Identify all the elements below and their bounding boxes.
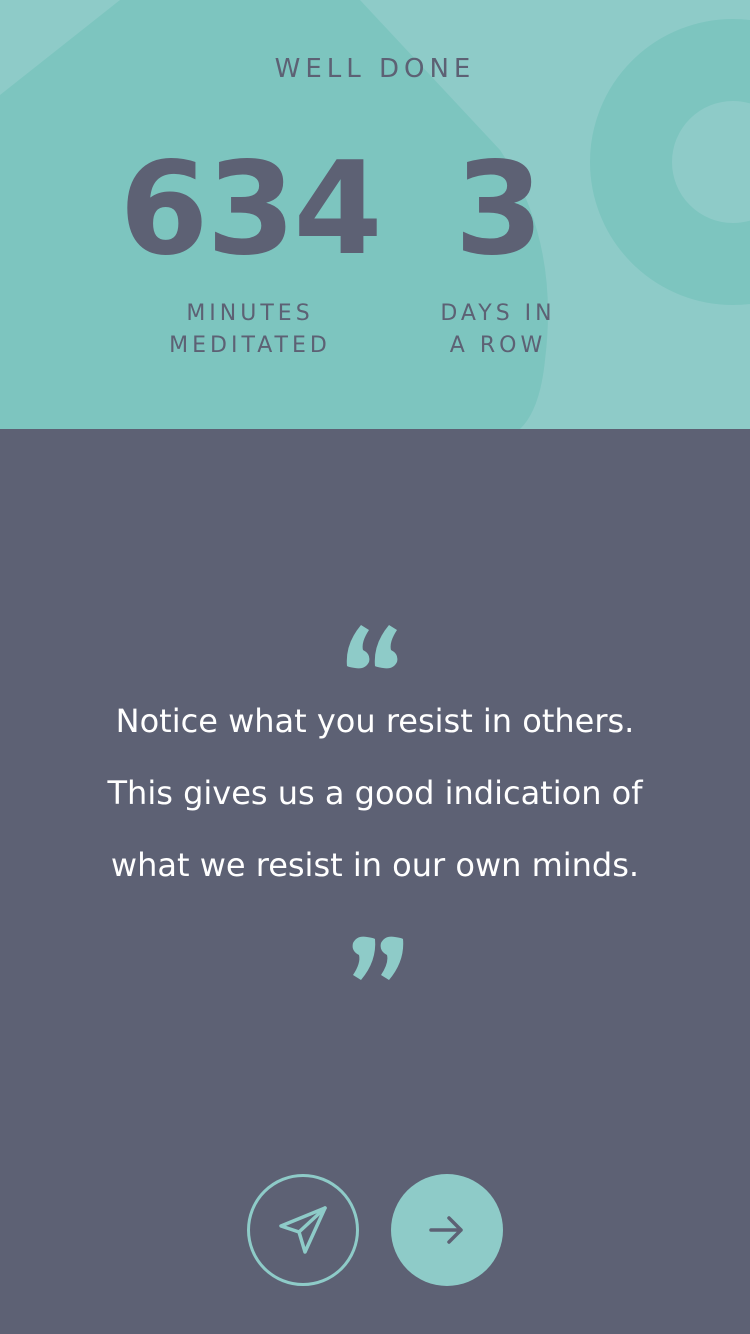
- share-button[interactable]: [247, 1174, 359, 1286]
- days-in-a-row-value: 3: [454, 135, 543, 284]
- minutes-label-line1: MINUTES: [186, 301, 314, 326]
- close-quote-icon: [352, 936, 404, 980]
- quote-line-1: Notice what you resist in others.: [115, 702, 635, 740]
- stats-panel: WELL DONE 634 MINUTES MEDITATED 3 DAYS I…: [0, 0, 750, 429]
- quote-text: Notice what you resist in others. This g…: [60, 685, 690, 901]
- days-label-line1: DAYS IN: [440, 301, 556, 326]
- paper-plane-icon: [279, 1206, 327, 1254]
- days-label-line2: A ROW: [449, 333, 547, 358]
- quote-line-2: This gives us a good indication of: [107, 774, 643, 812]
- next-button[interactable]: [391, 1174, 503, 1286]
- minutes-meditated-value: 634: [119, 135, 382, 284]
- quote-line-3: what we resist in our own minds.: [110, 846, 640, 884]
- minutes-label-line2: MEDITATED: [169, 333, 331, 358]
- days-in-a-row-label: DAYS IN A ROW: [398, 298, 598, 362]
- headline: WELL DONE: [274, 54, 476, 84]
- completion-screen: WELL DONE 634 MINUTES MEDITATED 3 DAYS I…: [0, 0, 750, 1334]
- background-ring: [590, 19, 750, 305]
- open-quote-icon: [346, 625, 398, 669]
- minutes-meditated-label: MINUTES MEDITATED: [110, 298, 390, 362]
- arrow-right-icon: [429, 1216, 463, 1244]
